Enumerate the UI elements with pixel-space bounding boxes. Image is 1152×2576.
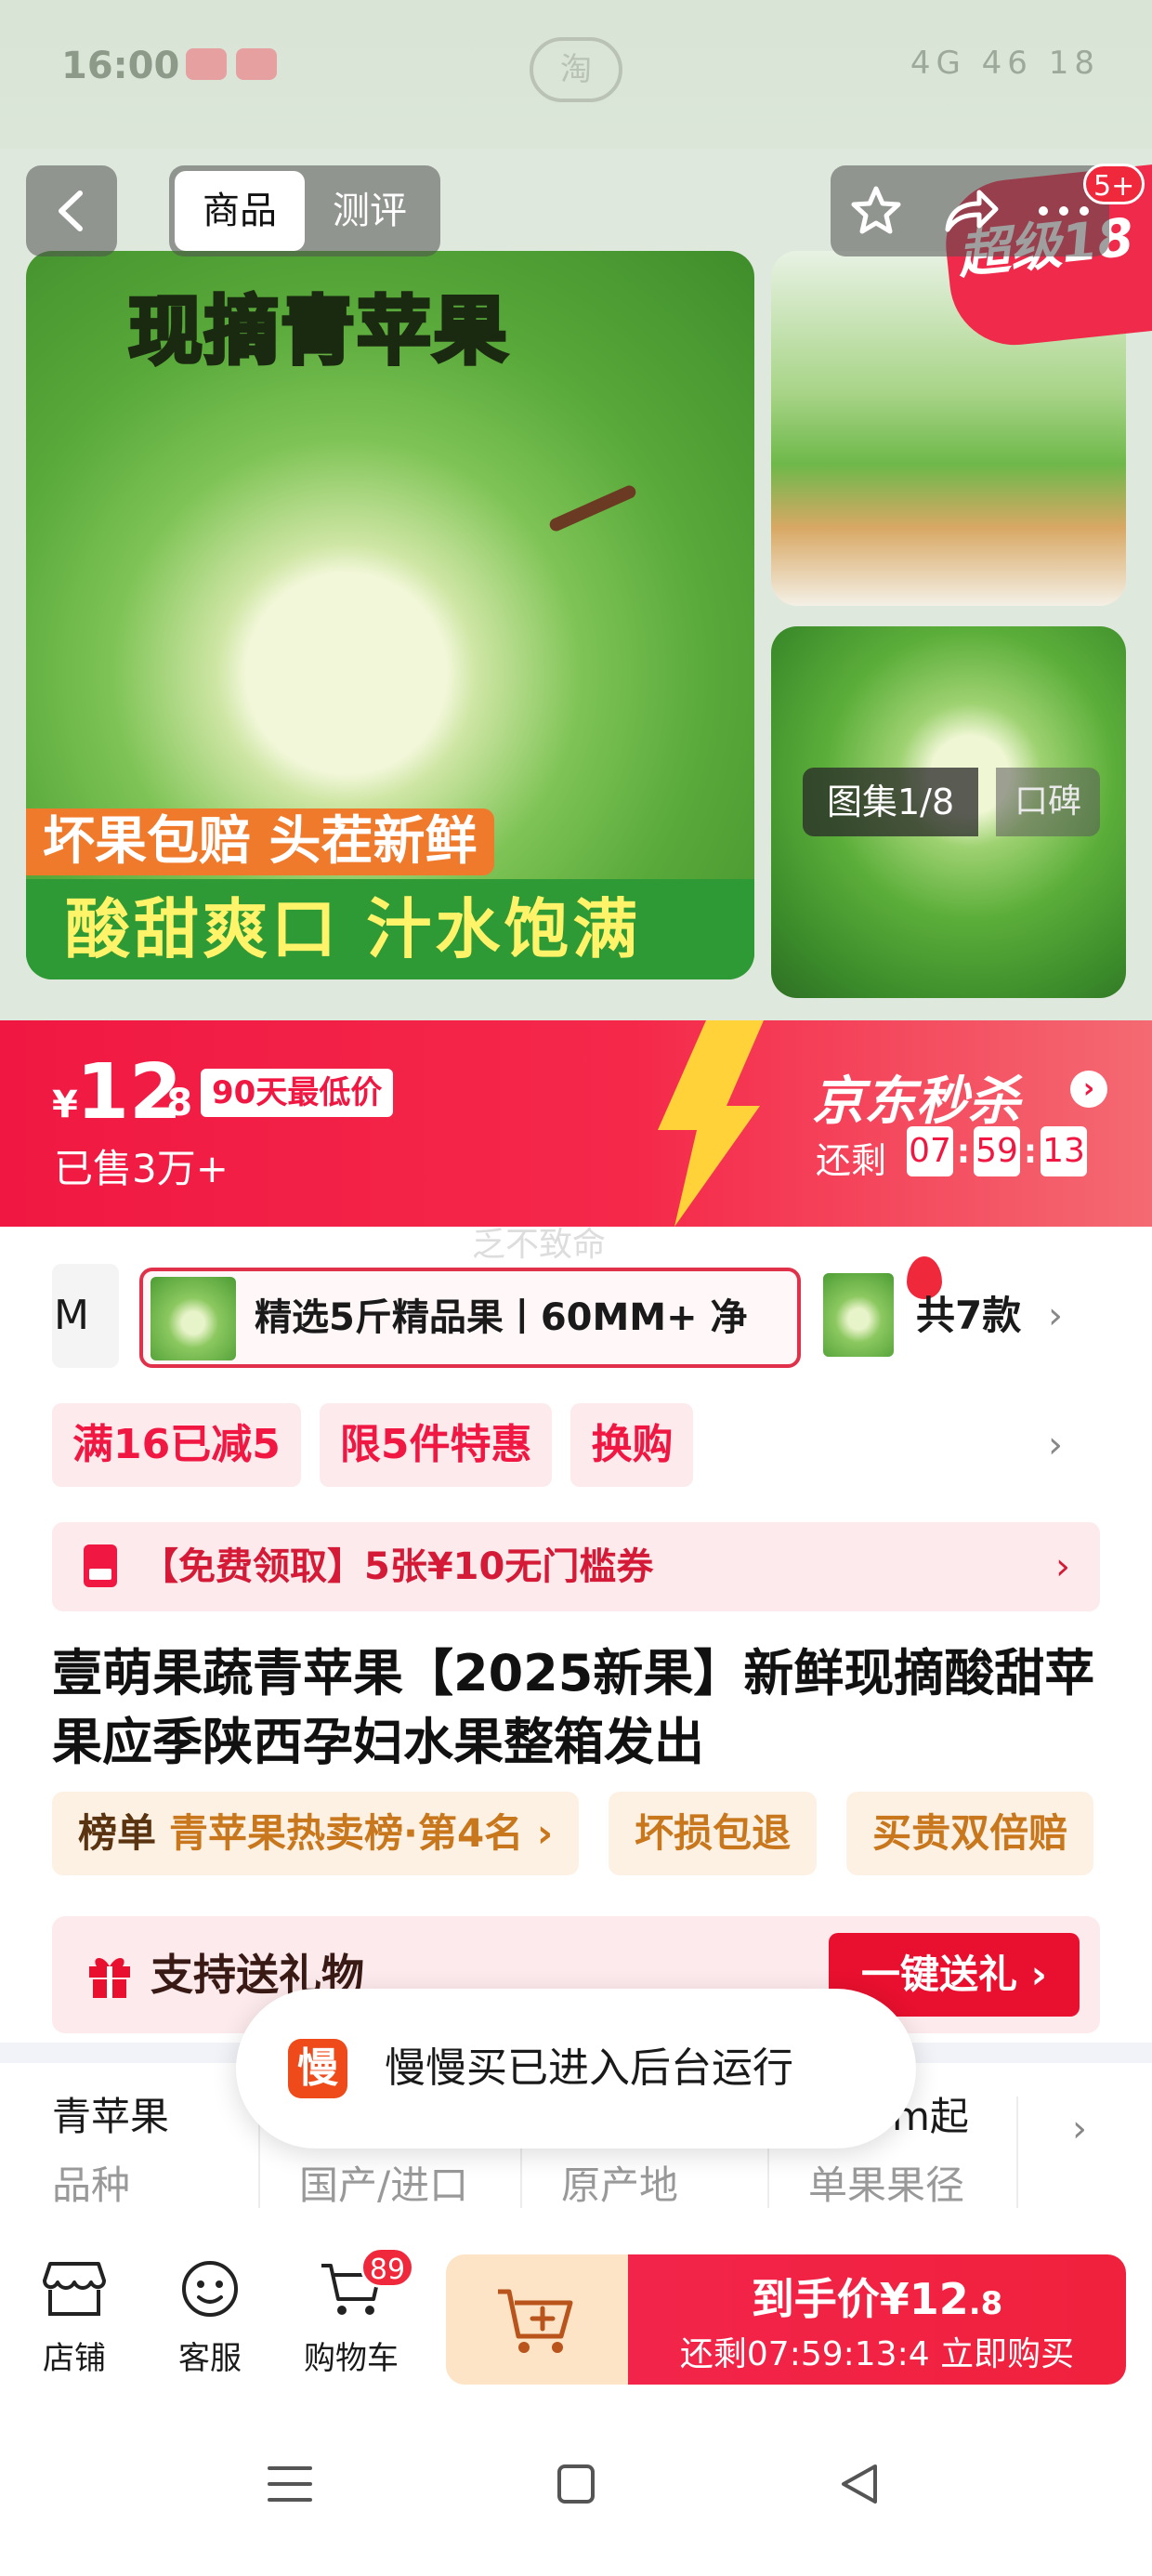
promo-tags: 满16已减5 限5件特惠 换购 [52, 1403, 694, 1487]
buy-now-price: 到手价¥12.8 [628, 2266, 1126, 2327]
add-to-cart-button[interactable] [446, 2254, 628, 2385]
lowest-price-badge: 90天最低价 [201, 1069, 394, 1117]
sku-thumbnail[interactable] [823, 1273, 894, 1357]
app-icon [236, 48, 277, 80]
ranking-chip[interactable]: 榜单 青苹果热卖榜·第4名 › [52, 1792, 580, 1875]
chevron-right-icon[interactable]: › [1070, 1071, 1107, 1108]
gallery-counter[interactable]: 图集1/8 [803, 768, 979, 836]
back-button[interactable] [26, 165, 117, 256]
ranking-body: 青苹果热卖榜·第4名 › [169, 1810, 554, 1856]
flash-remaining-label: 还剩 [816, 1140, 887, 1181]
service-label: 客服 [178, 2340, 242, 2377]
buy-price-decimal: .8 [968, 2285, 1003, 2322]
ranking-head: 榜单 [78, 1810, 157, 1856]
photo-banner-orange: 坏果包赔 头茬新鲜 [26, 808, 494, 875]
nav-actions [831, 165, 1109, 256]
chevron-right-icon[interactable]: › [1048, 1264, 1063, 1368]
service-chip[interactable]: 买贵双倍赔 [846, 1792, 1094, 1875]
tab-product[interactable]: 商品 [175, 171, 305, 251]
buy-price-main: 到手价¥12 [751, 2274, 969, 2324]
sku-selected-label: 精选5斤精品果丨60MM+ 净 [255, 1296, 748, 1339]
promo-tag[interactable]: 限5件特惠 [319, 1403, 553, 1487]
bottom-action-bar: 店铺 客服 89 购物车 到手价¥12.8 还剩07:59:13:4 立即购买 [0, 2227, 1152, 2411]
more-icon[interactable] [1036, 202, 1092, 220]
message-badge: 5+ [1083, 164, 1145, 204]
sku-thumbnail [151, 1277, 236, 1360]
status-bar: 16:00 淘 4G 46 18 [0, 0, 1152, 149]
flash-countdown: 07 : 59 : 13 [907, 1126, 1087, 1176]
promo-tag[interactable]: 满16已减5 [52, 1403, 301, 1487]
sku-total-count[interactable]: 共7款 [916, 1264, 1021, 1368]
price-currency: ¥ [52, 1084, 78, 1126]
home-icon[interactable] [552, 2461, 600, 2507]
back-arrow-icon [59, 191, 83, 231]
main-product-photo[interactable]: 现摘青苹果 坏果包赔 头茬新鲜 酸甜爽口 汁水饱满 [26, 251, 754, 979]
sku-option[interactable]: M [52, 1264, 119, 1368]
chevron-right-icon: › [1055, 1545, 1070, 1588]
countdown-minutes: 59 [974, 1126, 1020, 1176]
nav-tabs: 商品 测评 [169, 165, 440, 256]
price-bar: ¥ 12 .8 90天最低价 已售3万+ 京东秒杀 › 还剩 07 : 59 :… [0, 1020, 1152, 1227]
coupon-icon [84, 1544, 117, 1587]
promo-tag[interactable]: 换购 [570, 1403, 694, 1487]
status-app-icons [186, 48, 277, 80]
taobao-icon: 淘 [530, 37, 622, 102]
chevron-right-icon[interactable]: › [1072, 2108, 1087, 2150]
shop-label: 店铺 [43, 2340, 106, 2377]
apple-stem-graphic [547, 483, 638, 533]
back-triangle-icon[interactable] [836, 2461, 884, 2507]
status-time: 16:00 [61, 45, 180, 87]
cart-label: 购物车 [304, 2340, 399, 2377]
review-chip[interactable]: 口碑 [996, 768, 1101, 836]
tab-review[interactable]: 测评 [305, 171, 435, 251]
photo-title: 现摘青苹果 [126, 286, 509, 376]
countdown-separator: : [1023, 1132, 1038, 1171]
flash-sale-title[interactable]: 京东秒杀 [812, 1059, 1020, 1135]
share-icon[interactable] [940, 185, 1000, 237]
shop-button[interactable]: 店铺 [19, 2258, 130, 2378]
cart-count-badge: 89 [360, 2247, 414, 2288]
coupon-banner[interactable]: 【免费领取】5张¥10无门槛券 › [52, 1522, 1100, 1611]
buy-now-button[interactable]: 到手价¥12.8 还剩07:59:13:4 立即购买 [628, 2254, 1126, 2385]
system-navigation-bar [0, 2411, 1152, 2576]
rank-row: 榜单 青苹果热卖榜·第4名 › 坏损包退 买贵双倍赔 [52, 1792, 1094, 1875]
spec-key: 单果果径 [808, 2162, 965, 2208]
countdown-hours: 07 [907, 1126, 953, 1176]
star-icon[interactable] [848, 183, 904, 239]
price-decimal: .8 [152, 1082, 193, 1124]
app-logo-icon: 慢 [288, 2039, 347, 2098]
spec-divider [1016, 2096, 1018, 2208]
countdown-seconds: 13 [1041, 1126, 1087, 1176]
app-icon [186, 48, 227, 80]
sku-option-selected[interactable]: 精选5斤精品果丨60MM+ 净 [139, 1256, 942, 1368]
spec-key: 品种 [52, 2162, 131, 2208]
menu-icon[interactable] [266, 2461, 314, 2507]
add-cart-icon [498, 2289, 573, 2353]
signal-battery-indicators: 4G 46 18 [910, 45, 1100, 82]
spec-key: 原产地 [561, 2162, 679, 2208]
watermark: 乏不致命 [472, 1226, 607, 1264]
sku-selector: M 精选5斤精品果丨60MM+ 净 共7款 › [0, 1256, 1152, 1375]
chat-face-icon [182, 2261, 238, 2317]
toast-notification: 慢 慢慢买已进入后台运行 [236, 1989, 916, 2149]
cart-button[interactable]: 89 购物车 [295, 2247, 414, 2378]
spec-key: 国产/进口 [299, 2162, 469, 2208]
countdown-separator: : [956, 1132, 971, 1171]
photo-banner-green: 酸甜爽口 汁水饱满 [26, 879, 754, 979]
sold-count: 已售3万+ [54, 1146, 229, 1191]
chevron-right-icon[interactable]: › [1048, 1403, 1063, 1487]
gift-icon [89, 1957, 130, 1998]
product-title: 壹萌果蔬青苹果【2025新果】新鲜现摘酸甜苹果应季陕西孕妇水果整箱发出 [52, 1644, 1095, 1771]
customer-service-button[interactable]: 客服 [154, 2258, 266, 2378]
toast-text: 慢慢买已进入后台运行 [385, 2044, 793, 2092]
buy-now-subtext: 还剩07:59:13:4 立即购买 [679, 2335, 1075, 2373]
service-chip[interactable]: 坏损包退 [609, 1792, 818, 1875]
shop-icon [43, 2262, 106, 2316]
coupon-text: 【免费领取】5张¥10无门槛券 [141, 1545, 654, 1588]
lightning-icon [658, 1020, 764, 1227]
spec-value: 青苹果 [52, 2094, 170, 2139]
